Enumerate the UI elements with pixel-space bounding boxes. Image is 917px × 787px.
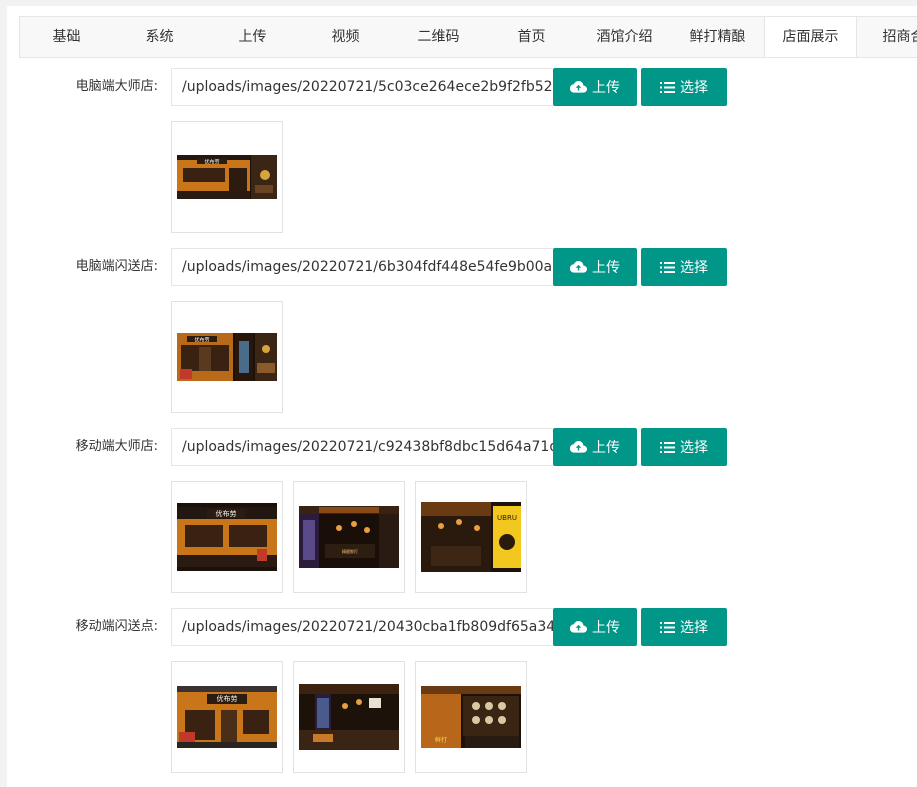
tab-video[interactable]: 视频 [299,17,392,57]
list-icon [660,261,675,273]
tab-basic[interactable]: 基础 [20,17,113,57]
upload-button-label: 上传 [592,260,620,276]
upload-button[interactable]: 上传 [553,68,637,106]
choose-button[interactable]: 选择 [641,608,727,646]
choose-button[interactable]: 选择 [641,428,727,466]
mobile-master-store-label: 移动端大师店: [75,439,158,454]
svg-text:优布劳: 优布劳 [204,159,219,166]
image-thumbnail[interactable]: UBRU [415,481,527,593]
tab-home[interactable]: 首页 [485,17,578,57]
pc-master-store-path-input[interactable]: /uploads/images/20220721/5c03ce264ece2b9… [171,68,553,106]
choose-button-label: 选择 [680,620,708,636]
image-thumbnail[interactable]: 优布劳 [171,301,283,413]
tab-upload[interactable]: 上传 [206,17,299,57]
choose-button[interactable]: 选择 [641,248,727,286]
image-thumbnail[interactable]: 优布劳 [171,121,283,233]
tab-tavern-intro[interactable]: 酒馆介绍 [578,17,671,57]
cloud-upload-icon [570,81,587,93]
list-icon [660,621,675,633]
store-photo: 鲜打 [421,686,521,748]
svg-text:精酿鲜打: 精酿鲜打 [342,548,358,554]
mobile-flash-store-path-input[interactable]: /uploads/images/20220721/20430cba1fb809d… [171,608,553,646]
tab-bar: 基础 系统 上传 视频 二维码 首页 酒馆介绍 鲜打精酿 店面展示 招商合 [19,16,917,58]
image-thumbnail[interactable]: 精酿鲜打 [293,481,405,593]
image-thumbnail[interactable]: 优布劳 [171,661,283,773]
choose-button-label: 选择 [680,260,708,276]
store-photo: 优布劳 [177,503,277,571]
tab-franchise[interactable]: 招商合 [857,17,917,57]
choose-button[interactable]: 选择 [641,68,727,106]
pc-flash-store-path-input[interactable]: /uploads/images/20220721/6b304fdf448e54f… [171,248,553,286]
pc-master-store-label: 电脑端大师店: [75,79,158,94]
image-thumbnail[interactable]: 鲜打 [415,661,527,773]
list-icon [660,441,675,453]
tab-qrcode[interactable]: 二维码 [392,17,485,57]
image-thumbnail[interactable] [293,661,405,773]
svg-text:UBRU: UBRU [497,514,517,522]
upload-button-label: 上传 [592,80,620,96]
store-photo: 优布劳 [177,333,277,381]
store-photo: 优布劳 [177,686,277,748]
cloud-upload-icon [570,621,587,633]
tab-craft-beer[interactable]: 鲜打精酿 [671,17,764,57]
cloud-upload-icon [570,261,587,273]
store-photo: UBRU [421,502,521,572]
mobile-flash-store-label: 移动端闪送点: [75,619,158,634]
list-icon [660,81,675,93]
upload-button-label: 上传 [592,440,620,456]
store-photo: 精酿鲜打 [299,506,399,568]
tab-system[interactable]: 系统 [113,17,206,57]
upload-button-label: 上传 [592,620,620,636]
pc-flash-store-label: 电脑端闪送店: [75,259,158,274]
upload-button[interactable]: 上传 [553,428,637,466]
upload-button[interactable]: 上传 [553,608,637,646]
choose-button-label: 选择 [680,440,708,456]
store-photo [299,684,399,750]
image-thumbnail[interactable]: 优布劳 [171,481,283,593]
svg-text:鲜打: 鲜打 [435,736,447,744]
svg-text:优布劳: 优布劳 [216,509,237,518]
mobile-master-store-path-input[interactable]: /uploads/images/20220721/c92438bf8dbc15d… [171,428,553,466]
choose-button-label: 选择 [680,80,708,96]
upload-button[interactable]: 上传 [553,248,637,286]
svg-text:优布劳: 优布劳 [217,694,238,703]
svg-text:优布劳: 优布劳 [194,337,209,344]
tab-store-display[interactable]: 店面展示 [764,17,857,57]
cloud-upload-icon [570,441,587,453]
store-photo: 优布劳 [177,155,277,199]
